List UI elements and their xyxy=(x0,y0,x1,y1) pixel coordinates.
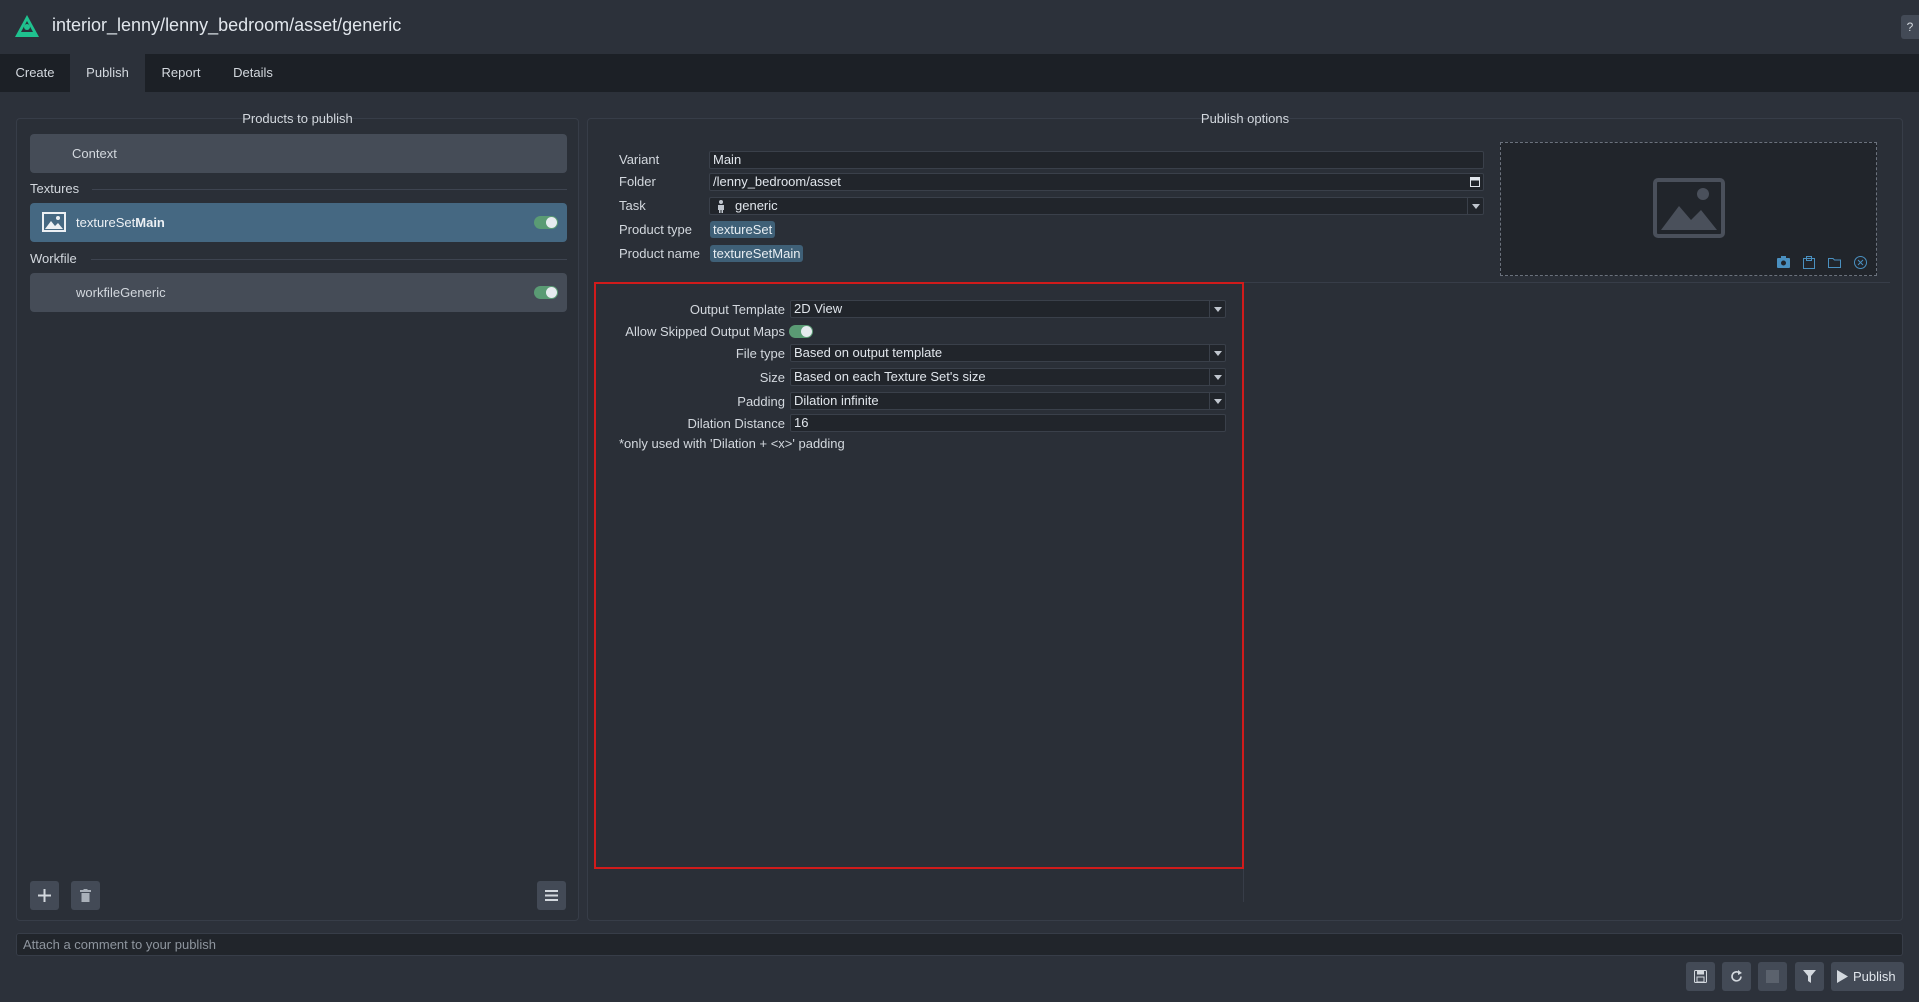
folder-icon[interactable] xyxy=(1828,256,1841,268)
variant-input[interactable]: Main xyxy=(709,151,1484,169)
comment-input[interactable]: Attach a comment to your publish xyxy=(16,933,1903,956)
stop-icon xyxy=(1766,970,1779,983)
instance-menu-button[interactable] xyxy=(537,881,566,910)
tab-bar: Create Publish Report Details xyxy=(0,54,1919,92)
image-placeholder-icon xyxy=(1653,178,1725,238)
clipboard-icon[interactable] xyxy=(1803,256,1815,269)
context-path-title: interior_lenny/lenny_bedroom/asset/gener… xyxy=(52,15,402,35)
filter-icon xyxy=(1803,970,1816,983)
thumbnail-widget[interactable] xyxy=(1500,142,1877,276)
product-name-label: Product name xyxy=(619,246,700,261)
tab-create[interactable]: Create xyxy=(0,54,70,92)
publish-label: Publish xyxy=(1853,969,1896,984)
highlight-box xyxy=(594,282,1244,869)
context-item[interactable]: Context xyxy=(30,134,567,173)
refresh-icon xyxy=(1731,970,1742,982)
plus-icon xyxy=(38,889,51,902)
instance-item-texturesetmain[interactable]: textureSetMain xyxy=(30,203,567,242)
context-label: Context xyxy=(72,146,117,161)
close-circle-icon[interactable] xyxy=(1854,256,1867,269)
reset-button[interactable] xyxy=(1722,962,1751,991)
group-label-workfile: Workfile xyxy=(30,251,77,266)
product-type-value: textureSet xyxy=(710,221,776,238)
person-icon xyxy=(718,200,724,213)
tab-report[interactable]: Report xyxy=(145,54,217,92)
help-button[interactable]: ? xyxy=(1901,15,1919,39)
play-icon xyxy=(1837,970,1848,983)
folder-picker-icon[interactable] xyxy=(1470,177,1480,187)
variant-label: Variant xyxy=(619,152,660,167)
tab-details[interactable]: Details xyxy=(217,54,289,92)
title-bar: interior_lenny/lenny_bedroom/asset/gener… xyxy=(0,0,1919,54)
instance-label: workfileGeneric xyxy=(76,285,166,300)
image-icon xyxy=(42,212,66,232)
menu-icon xyxy=(545,890,558,901)
group-divider xyxy=(92,189,567,190)
publish-options-title: Publish options xyxy=(1200,111,1290,126)
product-name-value: textureSetMain xyxy=(710,245,804,262)
instance-item-workfilegeneric[interactable]: workfileGeneric xyxy=(30,273,567,312)
save-button[interactable] xyxy=(1686,962,1715,991)
trash-icon xyxy=(80,889,91,902)
delete-instance-button[interactable] xyxy=(71,881,100,910)
instance-enable-toggle[interactable] xyxy=(534,286,558,299)
app-logo-icon xyxy=(15,15,39,37)
task-combobox[interactable]: generic xyxy=(709,197,1484,215)
instance-label: textureSetMain xyxy=(76,215,165,230)
publish-button[interactable]: Publish xyxy=(1831,962,1904,991)
instance-enable-toggle[interactable] xyxy=(534,216,558,229)
stop-button[interactable] xyxy=(1758,962,1787,991)
folder-input[interactable]: /lenny_bedroom/asset xyxy=(709,173,1484,191)
products-panel-title: Products to publish xyxy=(242,111,353,126)
validate-button[interactable] xyxy=(1795,962,1824,991)
tab-publish[interactable]: Publish xyxy=(70,54,145,92)
camera-icon[interactable] xyxy=(1777,256,1790,268)
group-divider xyxy=(91,259,567,260)
add-instance-button[interactable] xyxy=(30,881,59,910)
chevron-down-icon xyxy=(1467,198,1483,214)
product-type-label: Product type xyxy=(619,222,692,237)
folder-label: Folder xyxy=(619,174,656,189)
group-label-textures: Textures xyxy=(30,181,80,196)
task-label: Task xyxy=(619,198,646,213)
save-icon xyxy=(1694,970,1707,983)
